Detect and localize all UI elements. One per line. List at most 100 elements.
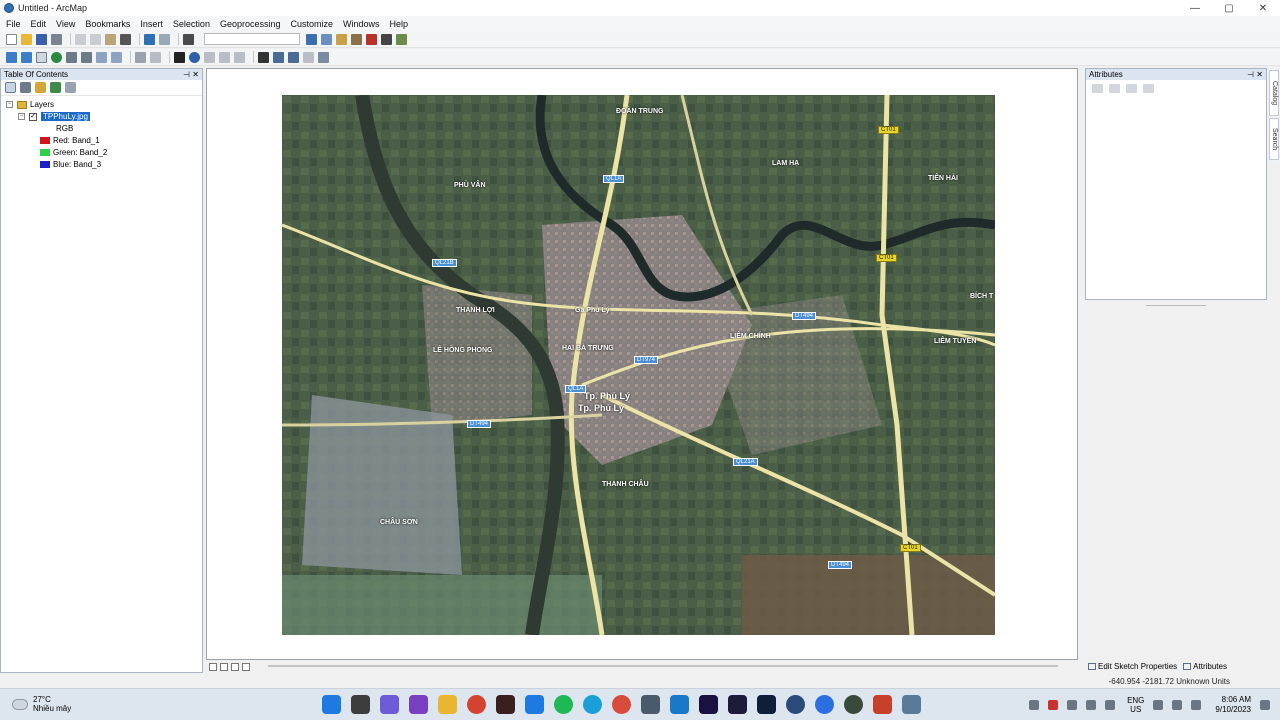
print-icon[interactable] — [51, 33, 62, 45]
list-by-source-icon[interactable] — [20, 82, 31, 93]
back-extent-icon[interactable] — [96, 51, 107, 63]
zalo-icon[interactable] — [525, 695, 544, 714]
app-icon[interactable] — [496, 695, 515, 714]
catalog-tab[interactable]: Catalog — [1269, 70, 1279, 116]
pause-drawing-icon[interactable] — [242, 662, 250, 671]
search-tab[interactable]: Search — [1269, 118, 1279, 160]
clock[interactable]: 8:06 AM 9/10/2023 — [1215, 695, 1251, 715]
collapse-icon[interactable]: − — [6, 101, 13, 108]
delete-icon[interactable] — [120, 33, 131, 45]
notifications-icon[interactable] — [1260, 700, 1270, 710]
network-icon[interactable] — [1153, 700, 1164, 710]
collapse-icon[interactable]: − — [18, 113, 25, 120]
layer-name[interactable]: TPPhuLy.jpg — [41, 112, 90, 121]
powerpoint-icon[interactable] — [873, 695, 892, 714]
list-by-drawing-order-icon[interactable] — [5, 82, 16, 93]
close-icon[interactable]: ✕ — [192, 69, 199, 80]
undo-icon[interactable] — [144, 33, 155, 45]
toc-layer-row[interactable]: − ✓ TPPhuLy.jpg — [18, 112, 90, 121]
audition-icon[interactable] — [728, 695, 747, 714]
zoom-in-icon[interactable] — [6, 51, 17, 63]
zoom-icon[interactable] — [815, 695, 834, 714]
pin-icon[interactable]: ⊣ — [183, 69, 190, 80]
forward-extent-icon[interactable] — [111, 51, 122, 63]
python-window-icon[interactable] — [381, 33, 392, 45]
editor-toolbar-icon[interactable] — [306, 33, 317, 45]
add-data-icon[interactable] — [183, 33, 194, 45]
tray-app-icon[interactable] — [1048, 700, 1059, 710]
volume-icon[interactable] — [1105, 700, 1116, 710]
find-icon[interactable] — [1126, 83, 1137, 93]
blue-band-swatch[interactable] — [40, 161, 50, 168]
viewer-window-icon[interactable] — [318, 51, 329, 63]
html-popup-icon[interactable] — [219, 51, 230, 63]
menu-windows[interactable]: Windows — [343, 19, 380, 29]
open-folder-icon[interactable] — [21, 33, 32, 45]
menu-insert[interactable]: Insert — [140, 19, 163, 29]
panel-splitter[interactable] — [1146, 305, 1206, 306]
battery-icon[interactable] — [1191, 700, 1202, 710]
pin-icon[interactable]: ⊣ — [1247, 69, 1254, 80]
full-extent-globe-icon[interactable] — [51, 51, 62, 63]
save-icon[interactable] — [36, 33, 47, 45]
photoshop-icon[interactable] — [757, 695, 776, 714]
menu-customize[interactable]: Customize — [291, 19, 334, 29]
menu-geoprocessing[interactable]: Geoprocessing — [220, 19, 281, 29]
find-route-icon[interactable] — [273, 51, 284, 63]
toc-options-icon[interactable] — [65, 82, 76, 93]
arcmap-taskbar-icon[interactable] — [902, 695, 921, 714]
data-view-icon[interactable] — [209, 662, 217, 671]
task-view-icon[interactable] — [351, 695, 370, 714]
fixed-zoom-in-icon[interactable] — [66, 51, 77, 63]
toc-layers-row[interactable]: − Layers — [6, 100, 54, 109]
clear-selection-icon[interactable] — [150, 51, 161, 63]
zoom-out-icon[interactable] — [21, 51, 32, 63]
edit-sketch-properties-tab[interactable]: Edit Sketch Properties — [1088, 662, 1177, 671]
microphone-icon[interactable] — [1086, 700, 1097, 710]
satellite-map-image[interactable]: ĐOÀN TRUNG LAM HẠ TIÊN HẢI PHÙ VÂN THANH… — [282, 95, 995, 635]
menu-edit[interactable]: Edit — [31, 19, 47, 29]
red-band-swatch[interactable] — [40, 137, 50, 144]
menu-view[interactable]: View — [56, 19, 75, 29]
map-scale-combo[interactable] — [204, 33, 300, 45]
table-of-contents-icon[interactable] — [321, 33, 332, 45]
menu-bookmarks[interactable]: Bookmarks — [85, 19, 130, 29]
measure-icon[interactable] — [234, 51, 245, 63]
premiere-icon[interactable] — [699, 695, 718, 714]
color-picker-icon[interactable] — [612, 695, 631, 714]
teams-chat-icon[interactable] — [380, 695, 399, 714]
search-window-icon[interactable] — [351, 33, 362, 45]
toc-band-row[interactable]: Red: Band_1 — [40, 136, 100, 145]
pan-hand-icon[interactable] — [36, 51, 47, 63]
refresh-icon[interactable] — [231, 662, 239, 671]
list-by-selection-icon[interactable] — [50, 82, 61, 93]
spotify-icon[interactable] — [554, 695, 573, 714]
paste-icon[interactable] — [105, 33, 116, 45]
tray-app-icon[interactable] — [1067, 700, 1078, 710]
catalog-window-icon[interactable] — [336, 33, 347, 45]
redo-icon[interactable] — [159, 33, 170, 45]
list-by-visibility-icon[interactable] — [35, 82, 46, 93]
options-icon[interactable] — [1143, 83, 1154, 93]
speaker-icon[interactable] — [1172, 700, 1183, 710]
sort-icon[interactable] — [1109, 83, 1120, 93]
green-band-swatch[interactable] — [40, 149, 50, 156]
copy-icon[interactable] — [90, 33, 101, 45]
select-features-icon[interactable] — [135, 51, 146, 63]
input-language[interactable]: ENG US — [1127, 696, 1144, 714]
new-document-icon[interactable] — [6, 33, 17, 45]
time-slider-icon[interactable] — [303, 51, 314, 63]
show-features-icon[interactable] — [1092, 83, 1103, 93]
chevron-up-icon[interactable] — [1029, 700, 1040, 710]
identify-icon[interactable] — [189, 51, 200, 63]
select-elements-arrow-icon[interactable] — [174, 51, 185, 63]
weather-widget[interactable]: 27°C Nhiều mây — [12, 695, 71, 713]
chrome-icon[interactable] — [467, 695, 486, 714]
visual-studio-icon[interactable] — [409, 695, 428, 714]
cut-icon[interactable] — [75, 33, 86, 45]
menu-selection[interactable]: Selection — [173, 19, 210, 29]
menu-help[interactable]: Help — [390, 19, 409, 29]
app-icon[interactable] — [641, 695, 660, 714]
start-windows-icon[interactable] — [322, 695, 341, 714]
toc-band-row[interactable]: Green: Band_2 — [40, 148, 107, 157]
